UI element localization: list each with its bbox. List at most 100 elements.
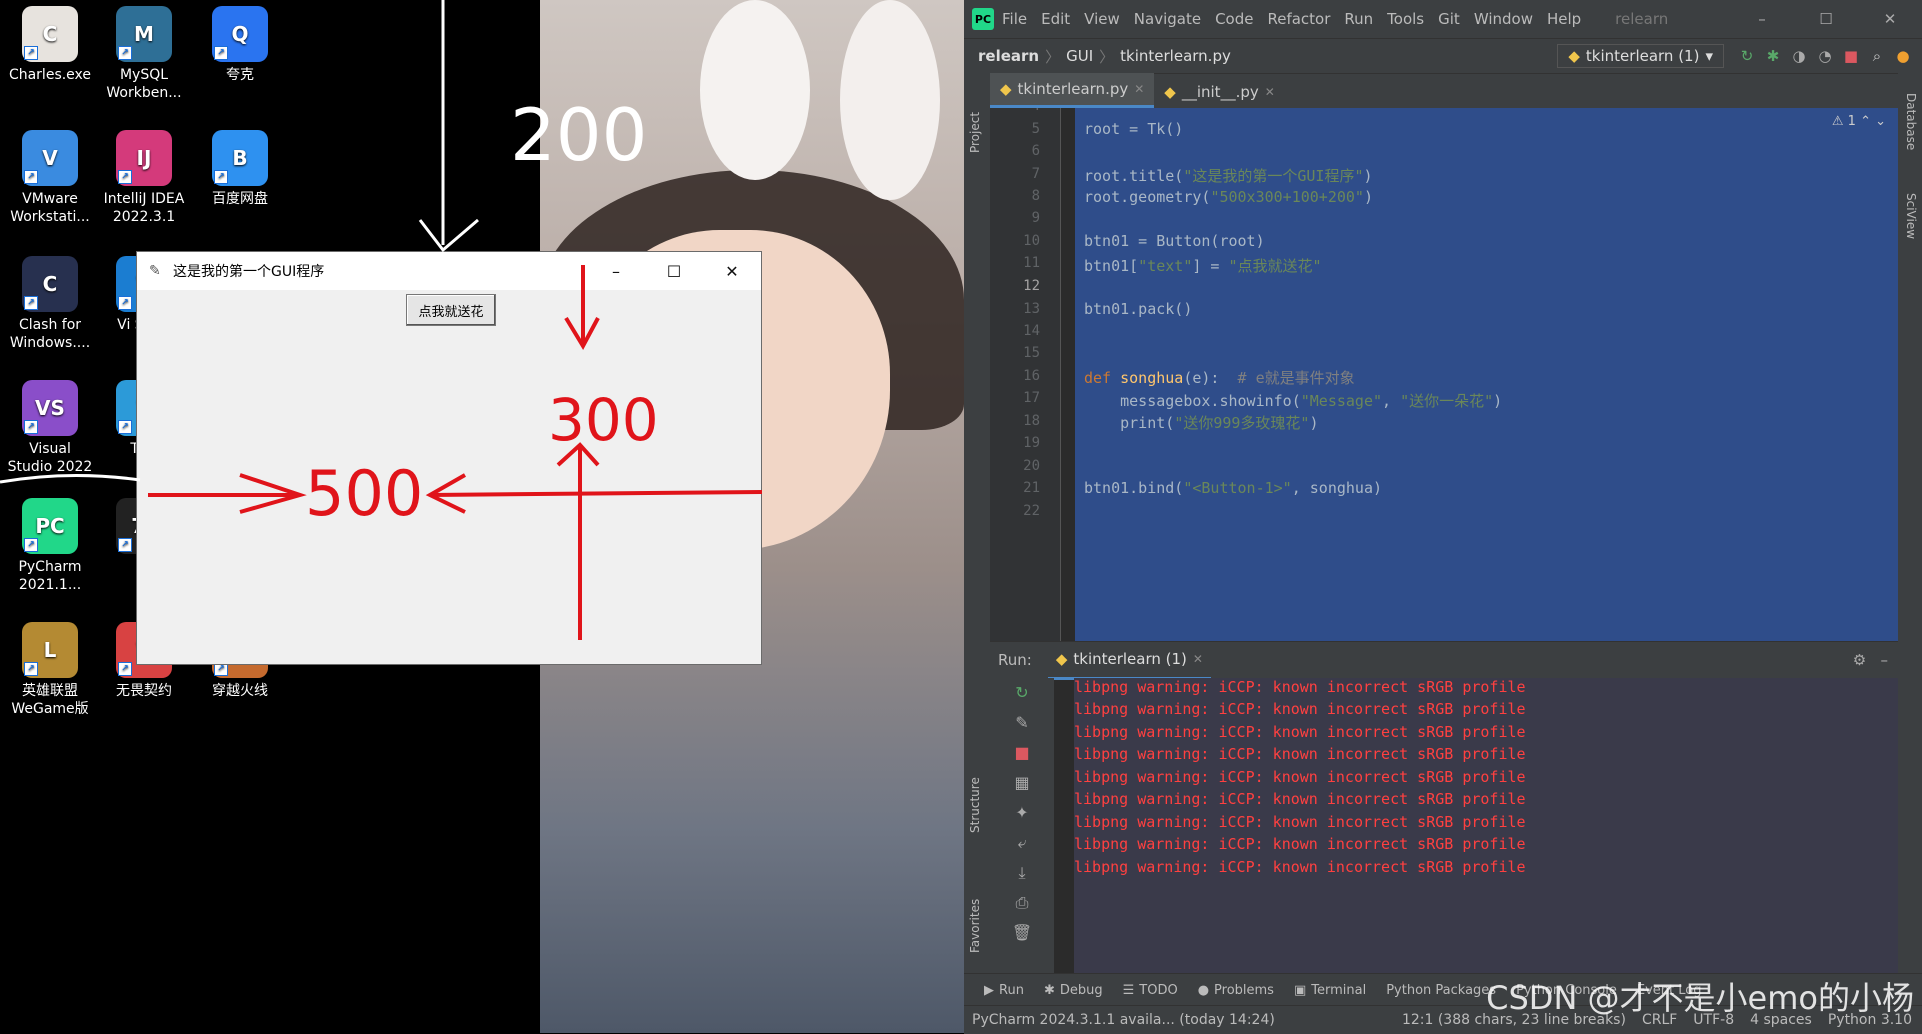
desktop-icon[interactable]: VS ↗ Visual Studio 2022 [6,380,94,476]
profile-icon[interactable]: ◔ [1812,47,1838,65]
console-line: libpng warning: iCCP: known incorrect sR… [1074,745,1526,763]
stop-icon[interactable]: ■ [990,738,1054,768]
wrench-icon[interactable]: ✎ [990,708,1054,738]
desktop-icon[interactable]: C ↗ Clash for Windows.... [6,256,94,352]
gear-icon[interactable]: ⚙ – [1853,651,1888,669]
desktop-icon-label: Charles.exe [8,67,92,83]
right-tool-strip: Database SciView [1897,73,1922,973]
run-tab[interactable]: ◆ tkinterlearn (1) ✕ [1047,641,1211,680]
close-tab-icon[interactable]: ✕ [1265,85,1275,99]
desktop-icon[interactable]: C ↗ Charles.exe [6,6,94,84]
desktop-icon[interactable]: V ↗ VMware Workstati... [6,130,94,226]
bottom-tab-todo[interactable]: ☰ TODO [1123,983,1178,998]
menu-navigate[interactable]: Navigate [1134,10,1201,28]
tool-tab-sciview[interactable]: SciView [1904,193,1918,239]
soft-wrap-icon[interactable]: ⤶ [990,828,1054,858]
tk-window[interactable]: ✎ 这是我的第一个GUI程序 – ☐ ✕ 点我就送花 [136,251,762,665]
tab-tkinterlearn[interactable]: ◆ tkinterlearn.py ✕ [990,73,1155,108]
desktop-icon[interactable]: M ↗ MySQL Workben... [100,6,188,102]
status-update-notice[interactable]: PyCharm 2024.3.1.1 availa... (today 14:2… [972,1012,1275,1028]
menu-code[interactable]: Code [1215,10,1253,28]
rerun-icon[interactable]: ↻ [1734,47,1760,65]
trash-icon[interactable]: 🗑 [990,918,1054,948]
debug-icon[interactable]: ✱ [1760,47,1786,65]
code-editor[interactable]: ⚠ 1 ⌃ ⌄ 4 5 6 7 8 9 10 11 12 13 14 15 16… [990,108,1898,641]
shortcut-arrow-icon: ↗ [118,538,132,552]
code-line: btn01 = Button(root) [1084,232,1265,250]
desktop-icon[interactable]: Q ↗ 夸克 [196,6,284,84]
app-icon: Q ↗ [212,6,268,62]
feather-icon: ✎ [149,263,161,279]
tool-tab-structure[interactable]: Structure [968,777,982,833]
close-tab-icon[interactable]: ✕ [1193,652,1203,666]
ide-minimize-button[interactable]: – [1730,10,1794,28]
desktop-icon[interactable]: IJ ↗ IntelliJ IDEA 2022.3.1 [100,130,188,226]
desktop-icon-label: Visual Studio 2022 [7,441,93,475]
close-tab-icon[interactable]: ✕ [1134,82,1144,96]
bottom-tab-python-packages[interactable]: Python Packages [1386,983,1496,998]
desktop-icon[interactable]: PC ↗ PyCharm 2021.1... [6,498,94,594]
tab-init[interactable]: ◆ __init__.py ✕ [1154,76,1285,108]
maximize-button[interactable]: ☐ [645,262,703,281]
line-number: 7 [1031,166,1040,182]
menu-refactor[interactable]: Refactor [1267,10,1330,28]
bottom-tab-terminal[interactable]: ▣ Terminal [1294,983,1366,998]
menu-file[interactable]: File [1002,10,1027,28]
bottom-tab-run[interactable]: ▶ Run [984,983,1024,998]
minimize-button[interactable]: – [587,262,645,281]
menu-edit[interactable]: Edit [1041,10,1070,28]
coverage-icon[interactable]: ◑ [1786,47,1812,65]
layout-icon[interactable]: ▦ [990,768,1054,798]
code-line: print("送你999多玫瑰花") [1084,414,1319,432]
console-line: libpng warning: iCCP: known incorrect sR… [1074,678,1526,696]
ide-close-button[interactable]: ✕ [1858,10,1922,28]
run-config-select[interactable]: ◆ tkinterlearn (1) ▾ [1557,44,1724,68]
tk-window-title: 这是我的第一个GUI程序 [173,264,325,280]
breadcrumb-file[interactable]: tkinterlearn.py [1120,47,1231,65]
shortcut-arrow-icon: ↗ [214,170,228,184]
menu-window[interactable]: Window [1474,10,1533,28]
rerun-icon[interactable]: ↻ [990,678,1054,708]
tool-tab-project[interactable]: Project [968,112,982,153]
navigation-bar: relearn 〉 GUI 〉 tkinterlearn.py ◆ tkinte… [964,38,1922,74]
console-line: libpng warning: iCCP: known incorrect sR… [1074,790,1526,808]
code-line: btn01.pack() [1084,300,1193,318]
menu-tools[interactable]: Tools [1387,10,1424,28]
menu-help[interactable]: Help [1547,10,1581,28]
code-line: btn01["text"] = "点我就送花" [1084,257,1322,275]
menu-git[interactable]: Git [1438,10,1460,28]
bottom-tab-debug[interactable]: ✱ Debug [1044,983,1103,998]
desktop-icon-label: Clash for Windows.... [9,317,91,351]
desktop-icon[interactable]: B ↗ 百度网盘 [196,130,284,208]
console-output[interactable]: libpng warning: iCCP: known incorrect sR… [1074,678,1898,974]
app-icon: IJ ↗ [116,130,172,186]
app-icon: C↗ [22,6,78,62]
menu-run[interactable]: Run [1344,10,1373,28]
chevron-right-icon: 〉 [1045,47,1061,66]
send-flower-button[interactable]: 点我就送花 [406,294,496,326]
app-icon: C↗ [22,256,78,312]
stop-icon[interactable]: ■ [1838,47,1864,65]
tool-tab-favorites[interactable]: Favorites [968,899,982,953]
pin-icon[interactable]: ✦ [990,798,1054,828]
line-number-current: 12 [1023,278,1040,294]
app-icon: L ↗ [22,622,78,678]
ide-maximize-button[interactable]: ☐ [1794,10,1858,28]
warning-indicator[interactable]: ⚠ 1 ⌃ ⌄ [1832,114,1886,129]
close-button[interactable]: ✕ [703,262,761,281]
tk-titlebar[interactable]: ✎ 这是我的第一个GUI程序 – ☐ ✕ [137,252,761,290]
search-icon[interactable]: ⌕ [1864,47,1890,65]
breadcrumb-project[interactable]: relearn [978,47,1039,65]
bottom-tab-problems[interactable]: ● Problems [1198,983,1274,998]
run-panel-header: Run: ◆ tkinterlearn (1) ✕ ⚙ – [990,641,1898,680]
print-icon[interactable]: ⎙ [990,888,1054,918]
desktop-icon[interactable]: L ↗ 英雄联盟 WeGame版 [6,622,94,718]
update-icon[interactable]: ● [1890,47,1916,65]
tool-tab-database[interactable]: Database [1904,93,1918,150]
left-tool-strip: Project Structure Favorites [964,73,991,973]
menu-view[interactable]: View [1084,10,1120,28]
code-line: btn01.bind("<Button-1>", songhua) [1084,479,1383,497]
scroll-end-icon[interactable]: ⤓ [990,858,1054,888]
code-line: root.geometry("500x300+100+200") [1084,188,1373,206]
breadcrumb-folder[interactable]: GUI [1066,47,1093,65]
